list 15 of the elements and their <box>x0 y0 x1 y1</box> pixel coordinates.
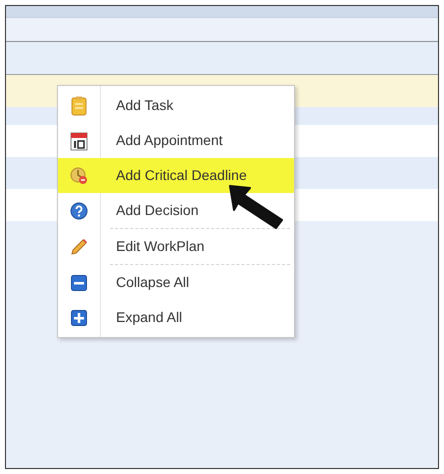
minus-icon <box>71 274 87 290</box>
menu-item[interactable]: Collapse All <box>58 265 294 300</box>
clock-warning-icon <box>70 166 88 184</box>
menu-item[interactable]: Add Appointment <box>58 123 294 158</box>
menu-item[interactable]: Expand All <box>58 300 294 335</box>
plus-icon <box>71 310 87 326</box>
calendar-icon <box>70 130 88 150</box>
menu-item[interactable]: Add Critical Deadline <box>58 158 294 193</box>
clipboard-icon <box>71 96 87 116</box>
menu-item[interactable]: Edit WorkPlan <box>58 229 294 264</box>
help-icon <box>70 202 88 220</box>
pencil-icon <box>70 238 88 256</box>
menu-item[interactable]: Add Task <box>58 88 294 123</box>
menu-item[interactable]: Add Decision <box>58 193 294 228</box>
pointer-arrow-icon <box>228 182 286 230</box>
